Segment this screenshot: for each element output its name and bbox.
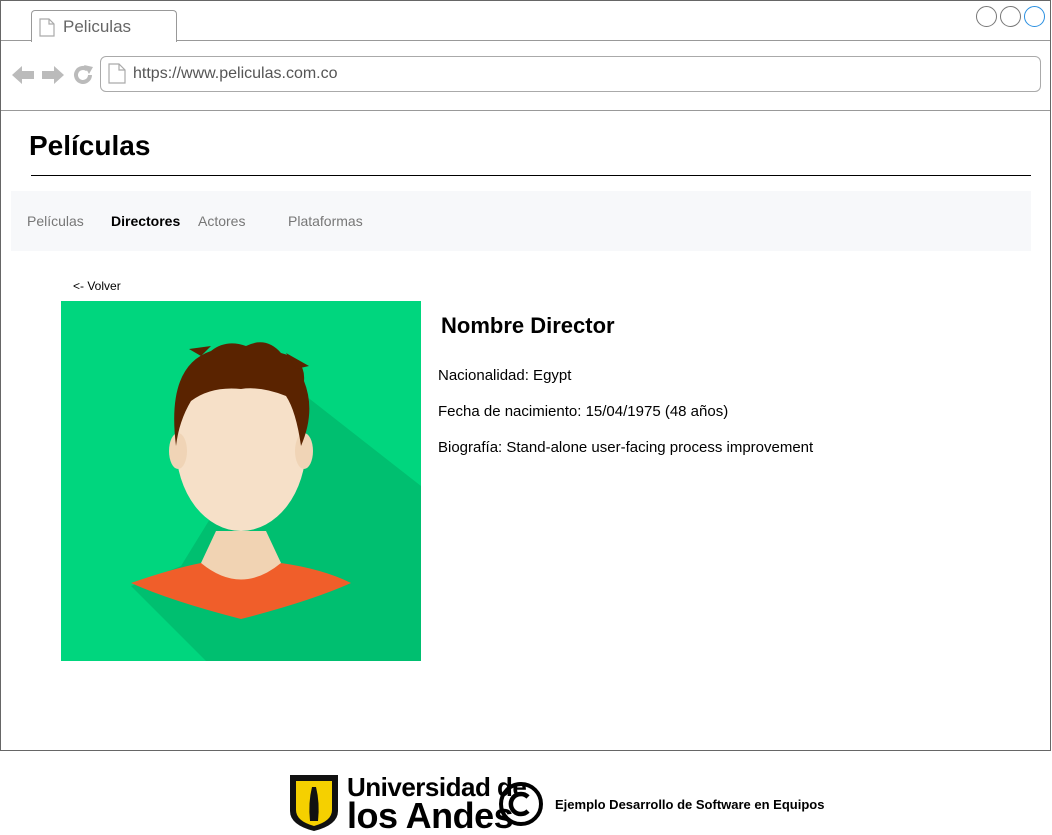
maximize-button[interactable]: [1000, 6, 1021, 27]
back-link[interactable]: <- Volver: [73, 279, 121, 293]
copyright-icon: [498, 781, 544, 832]
page-title: Películas: [29, 130, 151, 161]
minimize-button[interactable]: [976, 6, 997, 27]
director-name: Nombre Director: [441, 313, 615, 338]
forward-arrow-icon[interactable]: [41, 64, 65, 91]
nav-item-actores[interactable]: Actores: [198, 213, 245, 229]
address-row: https://www.peliculas.com.co: [1, 42, 1050, 111]
main-navbar: Películas Directores Actores Plataformas: [11, 191, 1031, 251]
university-name-line2: los Andes: [347, 795, 514, 835]
director-nationality: Nacionalidad: Egypt: [438, 367, 572, 384]
title-divider: [31, 175, 1031, 176]
nav-item-plataformas[interactable]: Plataformas: [288, 213, 363, 229]
url-bar[interactable]: https://www.peliculas.com.co: [100, 56, 1041, 92]
url-text: https://www.peliculas.com.co: [133, 65, 338, 82]
tab-bar: Peliculas: [1, 1, 1050, 42]
browser-tab[interactable]: Peliculas: [31, 10, 177, 42]
page-icon: [108, 63, 126, 89]
nav-item-peliculas[interactable]: Películas: [27, 213, 84, 229]
browser-window: Peliculas https://www.peliculas.com.co P…: [0, 0, 1051, 751]
back-arrow-icon[interactable]: [11, 64, 35, 91]
reload-icon[interactable]: [72, 64, 94, 91]
university-shield-logo: [288, 773, 340, 835]
director-photo: [61, 301, 421, 661]
close-button[interactable]: [1024, 6, 1045, 27]
footer-caption: Ejemplo Desarrollo de Software en Equipo…: [555, 797, 825, 812]
tab-title: Peliculas: [63, 17, 132, 36]
director-biography: Biografía: Stand-alone user-facing proce…: [438, 439, 814, 456]
director-birth-date: Fecha de nacimiento: 15/04/1975 (48 años…: [438, 403, 729, 420]
page-icon: [39, 18, 55, 42]
nav-item-directores[interactable]: Directores: [111, 213, 180, 229]
